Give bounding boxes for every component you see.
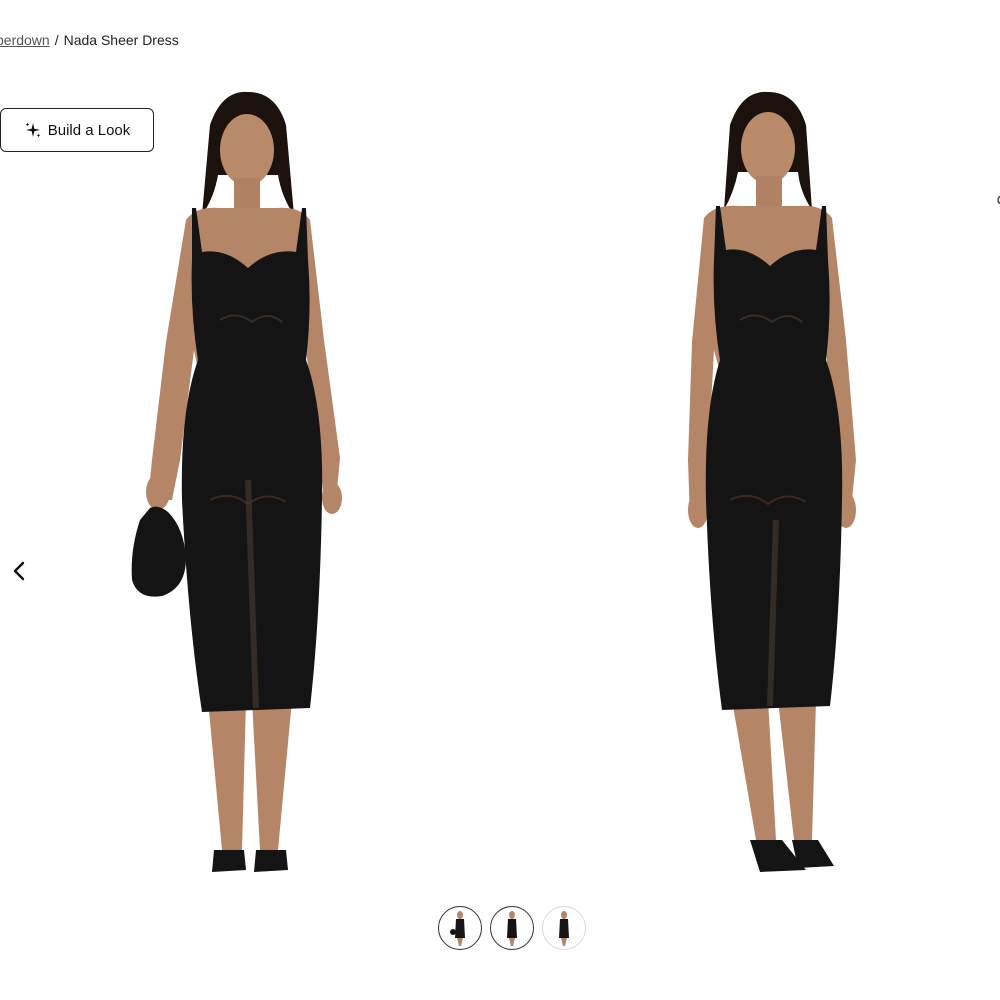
breadcrumb: perdown / Nada Sheer Dress bbox=[0, 32, 179, 48]
product-image-1[interactable] bbox=[110, 80, 380, 900]
breadcrumb-separator: / bbox=[54, 32, 59, 48]
thumbnail-2[interactable] bbox=[490, 906, 534, 950]
thumbnail-2-image bbox=[507, 911, 517, 946]
product-image-2[interactable] bbox=[650, 80, 920, 900]
product-page: perdown / Nada Sheer Dress Build a Look bbox=[0, 0, 1000, 1000]
chevron-left-icon bbox=[13, 561, 25, 581]
partial-edge-icon bbox=[997, 195, 1000, 205]
breadcrumb-brand-link[interactable]: perdown bbox=[0, 32, 50, 48]
thumbnail-strip bbox=[438, 906, 586, 950]
thumbnail-1-image bbox=[450, 911, 465, 946]
previous-image-button[interactable] bbox=[8, 558, 30, 584]
product-gallery bbox=[0, 80, 1000, 900]
thumbnail-3-image bbox=[559, 911, 569, 946]
breadcrumb-current-product: Nada Sheer Dress bbox=[63, 32, 179, 48]
thumbnail-3[interactable] bbox=[542, 906, 586, 950]
thumbnail-1[interactable] bbox=[438, 906, 482, 950]
